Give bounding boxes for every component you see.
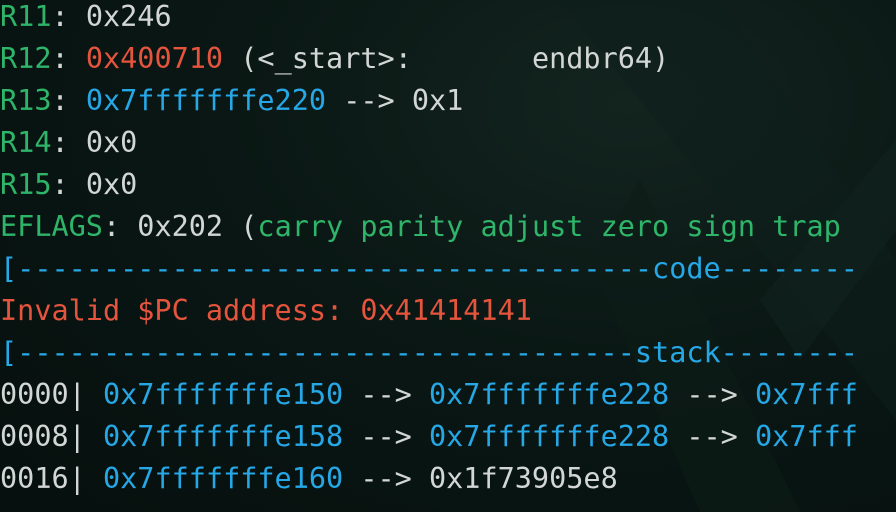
register-name: R13 — [0, 84, 52, 117]
stack-section-header: [------------------------------------sta… — [0, 336, 858, 369]
stack-target: 0x1f73905e8 — [428, 462, 618, 495]
register-name: R12 — [0, 42, 52, 75]
stack-offset: 0008 — [0, 420, 69, 453]
stack-row: 0000| 0x7fffffffe150 --> 0x7fffffffe228 … — [0, 378, 858, 411]
stack-address: 0x7fffffffe160 — [102, 462, 344, 495]
register-deref: --> 0x1 — [326, 84, 464, 117]
code-section-label: code — [652, 252, 721, 285]
register-line-r11: R11: 0x246 — [0, 0, 172, 33]
register-line-r13: R13: 0x7fffffffe220 --> 0x1 — [0, 84, 464, 117]
error-label: Invalid $PC address: — [0, 294, 361, 327]
register-line-r15: R15: 0x0 — [0, 168, 138, 201]
stack-offset: 0000 — [0, 378, 69, 411]
stack-section-label: stack — [634, 336, 721, 369]
stack-target-2: 0x7fff — [755, 420, 858, 453]
code-section-header: [-------------------------------------co… — [0, 252, 858, 285]
stack-row: 0016| 0x7fffffffe160 --> 0x1f73905e8 — [0, 462, 618, 495]
stack-row: 0008| 0x7fffffffe158 --> 0x7fffffffe228 … — [0, 420, 858, 453]
stack-address: 0x7fffffffe158 — [102, 420, 344, 453]
gdb-terminal[interactable]: R11: 0x246 R12: 0x400710 (<_start>: endb… — [0, 0, 896, 512]
register-line-r14: R14: 0x0 — [0, 126, 138, 159]
eflags-flags: carry parity adjust zero sign trap — [257, 210, 841, 243]
register-value: 0x7fffffffe220 — [85, 84, 327, 117]
register-value: 0x0 — [85, 126, 138, 159]
eflags-value: 0x202 — [137, 210, 224, 243]
stack-target: 0x7fffffffe228 — [428, 420, 670, 453]
stack-target-2: 0x7fff — [755, 378, 858, 411]
eflags-line: EFLAGS: 0x202 (carry parity adjust zero … — [0, 210, 841, 243]
register-value: 0x400710 — [85, 42, 224, 75]
error-address: 0x41414141 — [360, 294, 532, 327]
stack-offset: 0016 — [0, 462, 69, 495]
eflags-name: EFLAGS — [0, 210, 103, 243]
register-value: 0x0 — [85, 168, 138, 201]
stack-target: 0x7fffffffe228 — [428, 378, 670, 411]
register-symbol: <_start>: endbr64) — [257, 42, 670, 75]
register-value: 0x246 — [85, 0, 172, 33]
invalid-pc-message: Invalid $PC address: 0x41414141 — [0, 290, 896, 332]
register-name: R15 — [0, 168, 52, 201]
stack-address: 0x7fffffffe150 — [102, 378, 344, 411]
register-line-r12: R12: 0x400710 (<_start>: endbr64) — [0, 42, 670, 75]
register-name: R11 — [0, 0, 52, 33]
register-name: R14 — [0, 126, 52, 159]
